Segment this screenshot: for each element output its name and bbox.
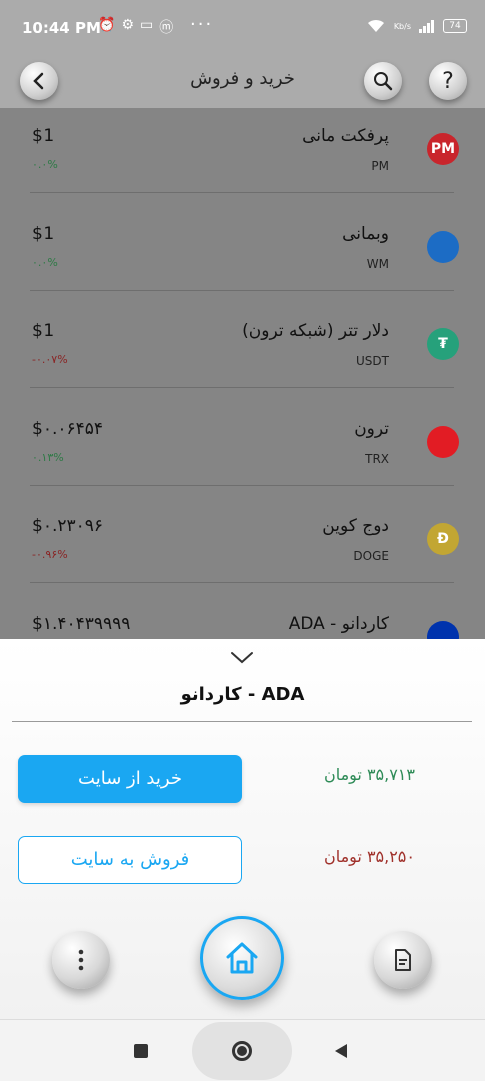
coin-code: WM [366, 256, 389, 271]
page-title: خرید و فروش [190, 68, 295, 89]
status-time: 10:44 PM [22, 19, 101, 37]
coin-row[interactable]: Ð دوج کوین DOGE $۰.۲۳۰۹۶ -۰.۹۶% [0, 498, 485, 595]
help-button[interactable]: ? [429, 62, 467, 100]
more-vertical-icon [78, 949, 84, 971]
app-notification-icon: ⓜ [159, 20, 174, 36]
coin-price: $1 [32, 223, 55, 244]
signal-icon [419, 20, 434, 33]
search-icon [374, 72, 393, 91]
laptop-icon: ▭ [140, 17, 154, 33]
system-home-button[interactable] [232, 1041, 252, 1061]
coin-name: پرفکت مانی [302, 126, 389, 146]
search-button[interactable] [364, 62, 402, 100]
wifi-icon [367, 19, 384, 32]
coin-change: ۰.۱۳% [32, 450, 64, 464]
coin-price: $۰.۲۳۰۹۶ [32, 516, 104, 536]
coin-change: -۰.۰۷% [32, 353, 68, 366]
document-icon [395, 949, 411, 971]
settings-icon: ⚙ [121, 17, 134, 33]
home-button[interactable] [200, 916, 284, 1000]
sheet-divider [12, 721, 472, 722]
network-speed: Kb/s [393, 21, 411, 31]
more-menu-button[interactable] [52, 931, 110, 989]
back-triangle-icon[interactable] [334, 1043, 348, 1059]
coin-row[interactable]: PM پرفکت مانی PM $1 ۰.۰% [0, 108, 485, 205]
home-dot-icon [237, 1046, 247, 1056]
more-notifications-icon: ··· [190, 14, 214, 35]
row-divider [30, 582, 454, 583]
coin-name: وبمانی [342, 223, 389, 244]
battery-icon: 74 [443, 19, 467, 33]
app-header: خرید و فروش ? [0, 56, 485, 108]
sell-price: ۳۵,۲۵۰ تومان [323, 847, 415, 866]
document-button[interactable] [374, 931, 432, 989]
coin-name: دلار تتر (شبکه ترون) [242, 321, 389, 341]
coin-price: $1 [32, 126, 55, 146]
coin-logo-icon [427, 620, 459, 639]
coin-logo-icon: Ð [427, 523, 459, 555]
coin-name: ترون [354, 418, 389, 439]
coin-price: $1 [32, 321, 55, 341]
alarm-icon: ⏰ [98, 17, 116, 33]
coin-name: دوج کوین [322, 516, 389, 536]
chevron-down-icon[interactable] [230, 651, 254, 665]
coin-price: $۰.۰۶۴۵۴ [32, 418, 104, 439]
coin-code: TRX [365, 451, 389, 466]
sell-button[interactable]: فروش به سایت [18, 836, 242, 884]
coin-logo-icon: ₮ [427, 328, 459, 360]
row-divider [30, 192, 454, 193]
home-icon [226, 942, 258, 974]
row-divider [30, 289, 454, 291]
coin-logo-icon [427, 425, 459, 458]
coin-code: PM [371, 159, 389, 173]
status-bar: 10:44 PM ⏰ ⚙ ▭ ⓜ ··· Kb/s 74 [0, 0, 485, 56]
coin-logo-icon [427, 230, 459, 263]
coin-code: USDT [356, 354, 389, 368]
coin-list: PM پرفکت مانی PM $1 ۰.۰% وبمانی WM $1 ۰.۰% ₮ دلار … [0, 108, 485, 639]
coin-change: -۰.۹۶% [32, 548, 68, 561]
buy-price: ۳۵,۷۱۳ تومان [323, 765, 415, 784]
coin-row[interactable]: ترون TRX $۰.۰۶۴۵۴ ۰.۱۳% [0, 401, 485, 498]
status-right: Kb/s 74 [366, 18, 467, 34]
buy-button[interactable]: خرید از سایت [18, 755, 242, 803]
coin-row[interactable]: وبمانی WM $1 ۰.۰% [0, 206, 485, 303]
trade-bottom-sheet: کاردانو - ADA ۳۵,۷۱۳ تومان خرید از سایت … [0, 639, 485, 1019]
coin-change: ۰.۰% [32, 255, 58, 269]
sheet-title: کاردانو - ADA [180, 684, 305, 705]
row-divider [30, 387, 454, 388]
row-divider [30, 484, 454, 486]
coin-row[interactable]: کاردانو - ADAADA$۱.۴۰۴۳۹۹۹۹ [0, 596, 485, 639]
coin-name: کاردانو - ADA [288, 613, 389, 634]
coin-logo-icon: PM [427, 133, 459, 165]
coin-price: $۱.۴۰۴۳۹۹۹۹ [32, 613, 131, 634]
coin-row[interactable]: ₮ دلار تتر (شبکه ترون) USDT $1 -۰.۰۷% [0, 303, 485, 400]
system-nav-bar [0, 1019, 485, 1081]
coin-code: DOGE [353, 549, 389, 563]
status-notification-icons: ⏰ ⚙ ▭ ⓜ [98, 17, 173, 37]
recents-button[interactable] [134, 1044, 148, 1058]
coin-change: ۰.۰% [32, 158, 58, 171]
